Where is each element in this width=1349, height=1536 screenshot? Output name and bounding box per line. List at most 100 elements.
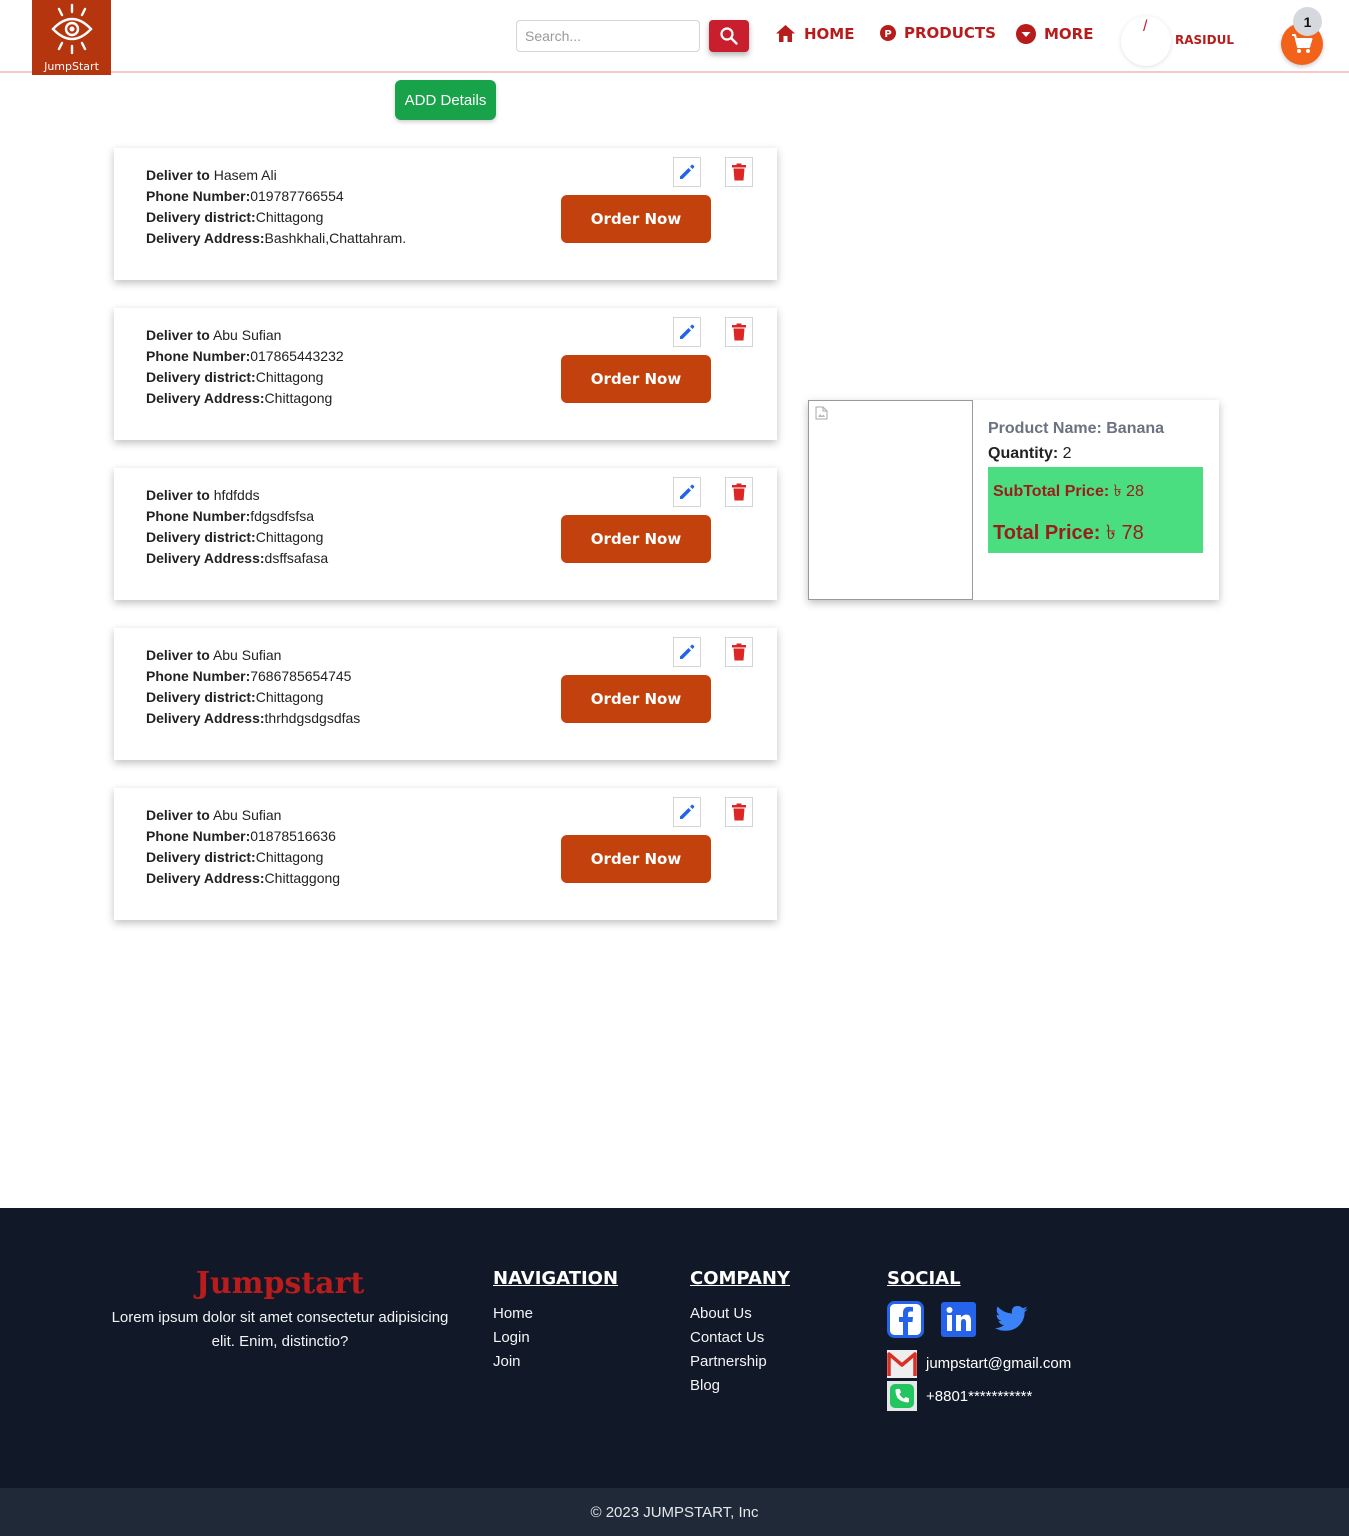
trash-icon	[732, 163, 746, 181]
footer-link-home[interactable]: Home	[493, 1302, 533, 1326]
total-price: Total Price: ৳ 78	[993, 518, 1144, 551]
district-label: Delivery district:	[146, 849, 256, 865]
district-label: Delivery district:	[146, 369, 256, 385]
nav-products[interactable]: P PRODUCTS	[880, 24, 996, 42]
twitter-icon[interactable]	[993, 1301, 1030, 1338]
footer-link-about-us[interactable]: About Us	[690, 1302, 767, 1326]
search-button[interactable]	[709, 20, 749, 52]
avatar[interactable]: /	[1121, 16, 1171, 66]
trash-icon	[732, 803, 746, 821]
navigation-links: Home Login Join	[493, 1302, 533, 1374]
delete-button[interactable]	[725, 637, 753, 667]
address-details: Deliver to Abu Sufian Phone Number:76867…	[146, 645, 360, 729]
address-value: Chittagong	[264, 390, 333, 406]
district-label: Delivery district:	[146, 689, 256, 705]
phone-value: 017865443232	[250, 348, 344, 364]
products-icon: P	[880, 25, 896, 41]
delete-button[interactable]	[725, 477, 753, 507]
order-now-button[interactable]: Order Now	[561, 835, 711, 883]
district-value: Chittagong	[255, 209, 324, 225]
nav-products-label: PRODUCTS	[904, 24, 996, 42]
nav-more-label: MORE	[1044, 25, 1094, 43]
nav-home[interactable]: HOME	[775, 24, 854, 43]
delete-button[interactable]	[725, 797, 753, 827]
logo[interactable]: JumpStart	[32, 0, 111, 75]
order-now-button[interactable]: Order Now	[561, 195, 711, 243]
footer-link-join[interactable]: Join	[493, 1350, 533, 1374]
address-details: Deliver to hfdfdds Phone Number:fdgsdfsf…	[146, 485, 328, 569]
delete-button[interactable]	[725, 157, 753, 187]
phone-value: 01878516636	[250, 828, 336, 844]
address-details: Deliver to Hasem Ali Phone Number:019787…	[146, 165, 406, 249]
email-contact[interactable]: jumpstart@gmail.com	[887, 1348, 1071, 1378]
broken-image-icon	[815, 406, 828, 420]
svg-text:P: P	[884, 29, 891, 40]
phone-icon	[887, 1381, 917, 1411]
logo-text: JumpStart	[44, 60, 99, 73]
subtotal-value: ৳ 28	[1113, 483, 1144, 500]
product-name-value: Banana	[1106, 420, 1165, 437]
deliver-to-label: Deliver to	[146, 327, 210, 343]
address-details: Deliver to Abu Sufian Phone Number:01786…	[146, 325, 344, 409]
address-card: Deliver to hfdfdds Phone Number:fdgsdfsf…	[114, 468, 777, 600]
address-label: Delivery Address:	[146, 710, 265, 726]
username[interactable]: RASIDUL	[1175, 33, 1234, 47]
recipient-name: Abu Sufian	[212, 807, 282, 823]
chevron-down-icon	[1016, 24, 1036, 44]
edit-button[interactable]	[673, 157, 701, 187]
total-value: ৳ 78	[1106, 522, 1144, 544]
footer-link-blog[interactable]: Blog	[690, 1374, 767, 1398]
nav-home-label: HOME	[804, 24, 855, 43]
product-quantity: Quantity: 2	[988, 445, 1072, 463]
order-now-button[interactable]: Order Now	[561, 515, 711, 563]
address-card: Deliver to Abu Sufian Phone Number:01786…	[114, 308, 777, 440]
cart-icon	[1292, 34, 1313, 53]
facebook-icon[interactable]	[887, 1301, 924, 1338]
order-summary-card: Product Name: Banana Quantity: 2 SubTota…	[808, 400, 1219, 600]
district-value: Chittagong	[255, 369, 324, 385]
edit-button[interactable]	[673, 317, 701, 347]
phone-contact[interactable]: +8801***********	[887, 1381, 1032, 1411]
edit-button[interactable]	[673, 797, 701, 827]
edit-button[interactable]	[673, 637, 701, 667]
search-input[interactable]	[516, 20, 700, 52]
footer-email[interactable]: jumpstart@gmail.com	[926, 1355, 1071, 1372]
address-label: Delivery Address:	[146, 550, 265, 566]
footer: Jumpstart Lorem ipsum dolor sit amet con…	[0, 1208, 1349, 1488]
deliver-to-label: Deliver to	[146, 487, 210, 503]
address-value: Bashkhali,Chattahram.	[264, 230, 407, 246]
copyright-bar: © 2023 JUMPSTART, Inc	[0, 1488, 1349, 1536]
order-now-button[interactable]: Order Now	[561, 355, 711, 403]
recipient-name: Abu Sufian	[212, 647, 282, 663]
trash-icon	[732, 643, 746, 661]
copyright-text: © 2023 JUMPSTART, Inc	[590, 1503, 759, 1521]
pencil-icon	[680, 644, 695, 659]
social-icons	[887, 1301, 1030, 1338]
eye-logo-icon	[51, 3, 93, 55]
delete-button[interactable]	[725, 317, 753, 347]
footer-link-partnership[interactable]: Partnership	[690, 1350, 767, 1374]
pencil-icon	[680, 324, 695, 339]
quantity-value: 2	[1062, 445, 1072, 462]
address-value: dsffsafasa	[264, 550, 329, 566]
footer-link-contact-us[interactable]: Contact Us	[690, 1326, 767, 1350]
search-icon	[720, 27, 738, 45]
linkedin-icon[interactable]	[940, 1301, 977, 1338]
phone-value: 7686785654745	[250, 668, 352, 684]
gmail-icon	[887, 1350, 917, 1378]
address-card: Deliver to Abu Sufian Phone Number:01878…	[114, 788, 777, 920]
edit-button[interactable]	[673, 477, 701, 507]
footer-description: Lorem ipsum dolor sit amet consectetur a…	[111, 1309, 449, 1350]
company-links: About Us Contact Us Partnership Blog	[690, 1302, 767, 1398]
trash-icon	[732, 483, 746, 501]
top-navbar: JumpStart HOME P PRODUCTS MORE / RASIDUL	[0, 0, 1349, 75]
address-card: Deliver to Abu Sufian Phone Number:76867…	[114, 628, 777, 760]
footer-link-login[interactable]: Login	[493, 1326, 533, 1350]
phone-value: 019787766554	[250, 188, 344, 204]
address-details: Deliver to Abu Sufian Phone Number:01878…	[146, 805, 340, 889]
address-label: Delivery Address:	[146, 870, 265, 886]
price-box: SubTotal Price: ৳ 28 Total Price: ৳ 78	[988, 467, 1203, 553]
nav-more[interactable]: MORE	[1016, 24, 1093, 44]
add-details-button[interactable]: ADD Details	[395, 80, 496, 120]
order-now-button[interactable]: Order Now	[561, 675, 711, 723]
